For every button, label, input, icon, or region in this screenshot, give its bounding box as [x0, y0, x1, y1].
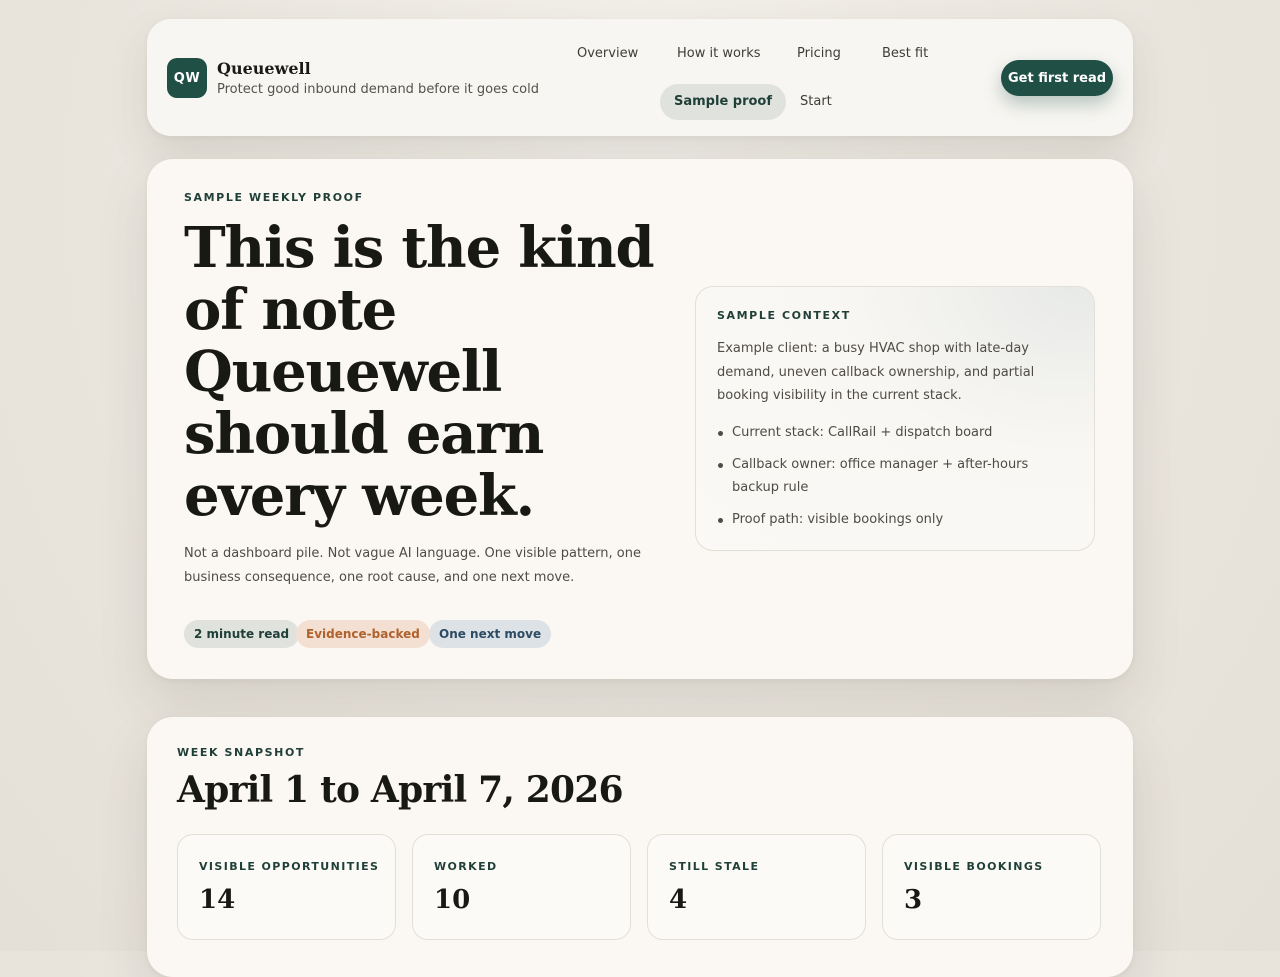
stat-card-worked: WORKED 10: [412, 834, 631, 940]
pill-evidence-backed: Evidence-backed: [296, 620, 430, 648]
pill-next-move: One next move: [429, 620, 552, 648]
stat-card-still-stale: STILL STALE 4: [647, 834, 866, 940]
get-first-read-button[interactable]: Get first read: [1001, 60, 1113, 96]
nav-pricing[interactable]: Pricing: [783, 36, 855, 72]
stat-label: VISIBLE BOOKINGS: [904, 860, 1044, 873]
stat-label: VISIBLE OPPORTUNITIES: [199, 860, 380, 873]
brand-name[interactable]: Queuewell: [217, 59, 311, 78]
stat-value: 10: [434, 885, 471, 915]
context-item-stack: Current stack: CallRail + dispatch board: [717, 421, 1079, 445]
hero-description: Not a dashboard pile. Not vague AI langu…: [184, 546, 641, 585]
pill-read-time: 2 minute read: [184, 620, 300, 648]
context-eyebrow: SAMPLE CONTEXT: [717, 309, 851, 322]
context-item-proof-path: Proof path: visible bookings only: [717, 508, 1079, 532]
hero-title: This is the kind of note Queuewell shoul…: [184, 215, 655, 529]
context-list: Current stack: CallRail + dispatch board…: [717, 421, 1079, 539]
nav-overview[interactable]: Overview: [563, 36, 652, 72]
context-description: Example client: a busy HVAC shop with la…: [717, 341, 1035, 403]
stat-value: 4: [669, 885, 688, 915]
sample-context-card: SAMPLE CONTEXT Example client: a busy HV…: [695, 286, 1095, 551]
stat-label: STILL STALE: [669, 860, 760, 873]
nav-sample-proof[interactable]: Sample proof: [660, 84, 787, 120]
context-item-owner: Callback owner: office manager + after-h…: [717, 453, 1079, 500]
nav-how-it-works[interactable]: How it works: [663, 36, 775, 72]
top-nav-bar: QW Queuewell Protect good inbound demand…: [147, 19, 1133, 136]
week-snapshot-section: WEEK SNAPSHOT April 1 to April 7, 2026 V…: [147, 717, 1133, 977]
brand-tagline: Protect good inbound demand before it go…: [217, 82, 539, 97]
stat-card-visible-opportunities: VISIBLE OPPORTUNITIES 14: [177, 834, 396, 940]
snapshot-title: April 1 to April 7, 2026: [177, 769, 624, 811]
stat-value: 14: [199, 885, 236, 915]
hero-section: SAMPLE WEEKLY PROOF This is the kind of …: [147, 159, 1133, 679]
stat-label: WORKED: [434, 860, 498, 873]
stat-value: 3: [904, 885, 923, 915]
nav-best-fit[interactable]: Best fit: [868, 36, 942, 72]
nav-start[interactable]: Start: [786, 84, 846, 120]
brand-logo[interactable]: QW: [167, 58, 207, 98]
hero-eyebrow: SAMPLE WEEKLY PROOF: [184, 191, 364, 204]
stat-card-visible-bookings: VISIBLE BOOKINGS 3: [882, 834, 1101, 940]
snapshot-eyebrow: WEEK SNAPSHOT: [177, 746, 306, 759]
